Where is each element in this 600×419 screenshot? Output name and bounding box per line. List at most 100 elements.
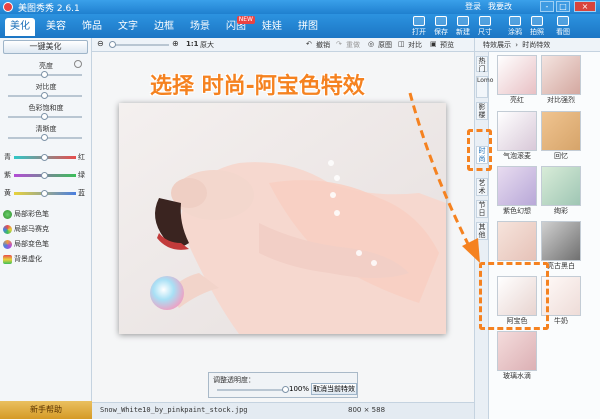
one-key-beautify-button[interactable]: 一键美化 [3, 40, 88, 54]
compare-button[interactable]: 对比 [408, 40, 422, 50]
compare-icon[interactable]: ◫ [398, 40, 405, 48]
close-button[interactable]: × [574, 1, 596, 12]
cancel-effect-button[interactable]: 取消当前特效 [311, 383, 357, 395]
slider-thumb[interactable] [41, 134, 48, 141]
breadcrumb-separator: › [515, 41, 519, 49]
cyan-red-slider[interactable] [14, 154, 76, 161]
camera-button[interactable]: 拍照 [526, 16, 548, 38]
slider-thumb[interactable] [41, 190, 48, 197]
annotation-arrow [408, 92, 480, 263]
effect-thumbnail [541, 111, 581, 151]
effect-memory[interactable]: 回忆 [541, 111, 581, 162]
purple-green-slider[interactable] [14, 172, 76, 179]
view-button[interactable]: 看图 [552, 16, 574, 38]
title-bar: 美图秀秀 2.6.1 登录 我要改 - □ × [0, 0, 600, 14]
effect-purple-fantasy[interactable]: 紫色幻想 [497, 166, 537, 217]
save-button[interactable]: 保存 [430, 16, 452, 38]
photo-image [119, 103, 446, 334]
blur-icon [3, 255, 12, 264]
minimize-button[interactable]: - [540, 1, 554, 12]
tab-cosmetic[interactable]: 美容 [41, 18, 71, 36]
effect-thumbnail [497, 221, 537, 261]
doodle-button[interactable]: 涂鸦 [504, 16, 526, 38]
undo-icon[interactable]: ↶ [306, 40, 312, 48]
slider-thumb[interactable] [41, 71, 48, 78]
left-adjust-panel: 一键美化 亮度 对比度 色彩饱和度 清晰度 青 红 紫 绿 黄 蓝 局部彩色笔 … [0, 38, 92, 419]
slider-thumb[interactable] [282, 386, 289, 393]
new-icon [457, 16, 469, 26]
vtab-hot[interactable]: 热门 [476, 56, 488, 73]
original-image-button[interactable]: 原图 [378, 40, 392, 50]
brightness-slider[interactable] [8, 71, 82, 78]
tab-accessories[interactable]: 饰品 [77, 18, 107, 36]
undo-button[interactable]: 撤销 [316, 40, 330, 50]
slider-thumb[interactable] [41, 113, 48, 120]
effect-vivid-color[interactable]: 绚彩 [541, 166, 581, 217]
original-image-icon[interactable]: ◎ [368, 40, 374, 48]
effect-thumbnail [497, 111, 537, 151]
slider-thumb[interactable] [41, 92, 48, 99]
camera-icon [531, 16, 543, 26]
zoom-out-icon[interactable]: ⊖ [97, 39, 104, 48]
edited-photo[interactable] [119, 103, 446, 334]
original-size-button[interactable]: 原大 [200, 40, 214, 50]
contrast-slider[interactable] [8, 92, 82, 99]
slider-thumb[interactable] [109, 41, 116, 48]
tab-text[interactable]: 文字 [113, 18, 143, 36]
saturation-slider[interactable] [8, 113, 82, 120]
preview-button[interactable]: 预览 [440, 40, 454, 50]
sharpness-label: 清晰度 [35, 125, 57, 133]
zoom-in-icon[interactable]: ⊕ [172, 39, 179, 48]
folder-icon [413, 16, 425, 26]
slider-thumb[interactable] [41, 154, 48, 161]
effect-bright-red[interactable]: 亮红 [497, 55, 537, 106]
tab-frame[interactable]: 边框 [149, 18, 179, 36]
tab-flash[interactable]: 闪图 NEW [221, 16, 255, 36]
preview-icon[interactable]: ▣ [430, 40, 437, 48]
tab-collage[interactable]: 拼图 [293, 18, 323, 36]
tab-doll[interactable]: 娃娃 [257, 18, 287, 36]
effect-high-contrast[interactable]: 对比强烈 [541, 55, 581, 106]
file-name: Snow_White10_by_pinkpaint_stock.jpg [100, 406, 248, 414]
login-link[interactable]: 登录 [465, 1, 481, 12]
green-label: 绿 [78, 171, 85, 179]
redo-button[interactable]: 重做 [346, 40, 360, 50]
tab-beautify[interactable]: 美化 [5, 18, 35, 36]
maximize-button[interactable]: □ [556, 1, 570, 12]
resize-button[interactable]: 尺寸 [474, 16, 496, 38]
zoom-slider[interactable] [109, 41, 169, 48]
tab-scene[interactable]: 场景 [185, 18, 215, 36]
app-logo-icon [3, 2, 13, 12]
feedback-link[interactable]: 我要改 [488, 1, 512, 12]
purple-label: 紫 [4, 171, 11, 179]
breadcrumb-root[interactable]: 特效展示 [483, 41, 511, 49]
opacity-slider[interactable] [217, 386, 289, 393]
reset-icon[interactable] [74, 60, 82, 68]
new-button[interactable]: 新建 [452, 16, 474, 38]
effect-thumbnail [497, 166, 537, 206]
yellow-blue-slider[interactable] [14, 190, 76, 197]
background-blur-button[interactable]: 背景虚化 [0, 253, 92, 265]
open-button[interactable]: 打开 [408, 16, 430, 38]
edit-toolbar: ⊖ ⊕ 1:1 原大 ↶ 撤销 ↷ 重做 ◎ 原图 ◫ 对比 ▣ 预览 [92, 38, 474, 52]
effect-bubble[interactable]: 气泡滚麦 [497, 111, 537, 162]
app-title: 美图秀秀 2.6.1 [18, 4, 80, 14]
sharpness-slider[interactable] [8, 134, 82, 141]
color-brush-icon [3, 210, 12, 219]
brush-icon [509, 16, 521, 26]
abao-effect-highlight [479, 262, 549, 330]
redo-icon[interactable]: ↷ [336, 40, 342, 48]
local-color-brush-button[interactable]: 局部彩色笔 [0, 208, 92, 220]
red-label: 红 [78, 153, 85, 161]
zoom-ratio: 1:1 [186, 40, 199, 48]
breadcrumb-current: 时尚特效 [522, 41, 551, 49]
local-mosaic-button[interactable]: 局部马赛克 [0, 223, 92, 235]
blue-label: 蓝 [78, 189, 85, 197]
local-recolor-brush-button[interactable]: 局部变色笔 [0, 238, 92, 250]
effect-glass-drops[interactable]: 玻璃水滴 [497, 331, 537, 382]
slider-thumb[interactable] [41, 172, 48, 179]
resize-icon [479, 16, 491, 26]
save-icon [435, 16, 447, 26]
newbie-help-button[interactable]: 新手帮助 [0, 401, 92, 419]
brush-tools: 局部彩色笔 局部马赛克 局部变色笔 背景虚化 [0, 208, 92, 266]
